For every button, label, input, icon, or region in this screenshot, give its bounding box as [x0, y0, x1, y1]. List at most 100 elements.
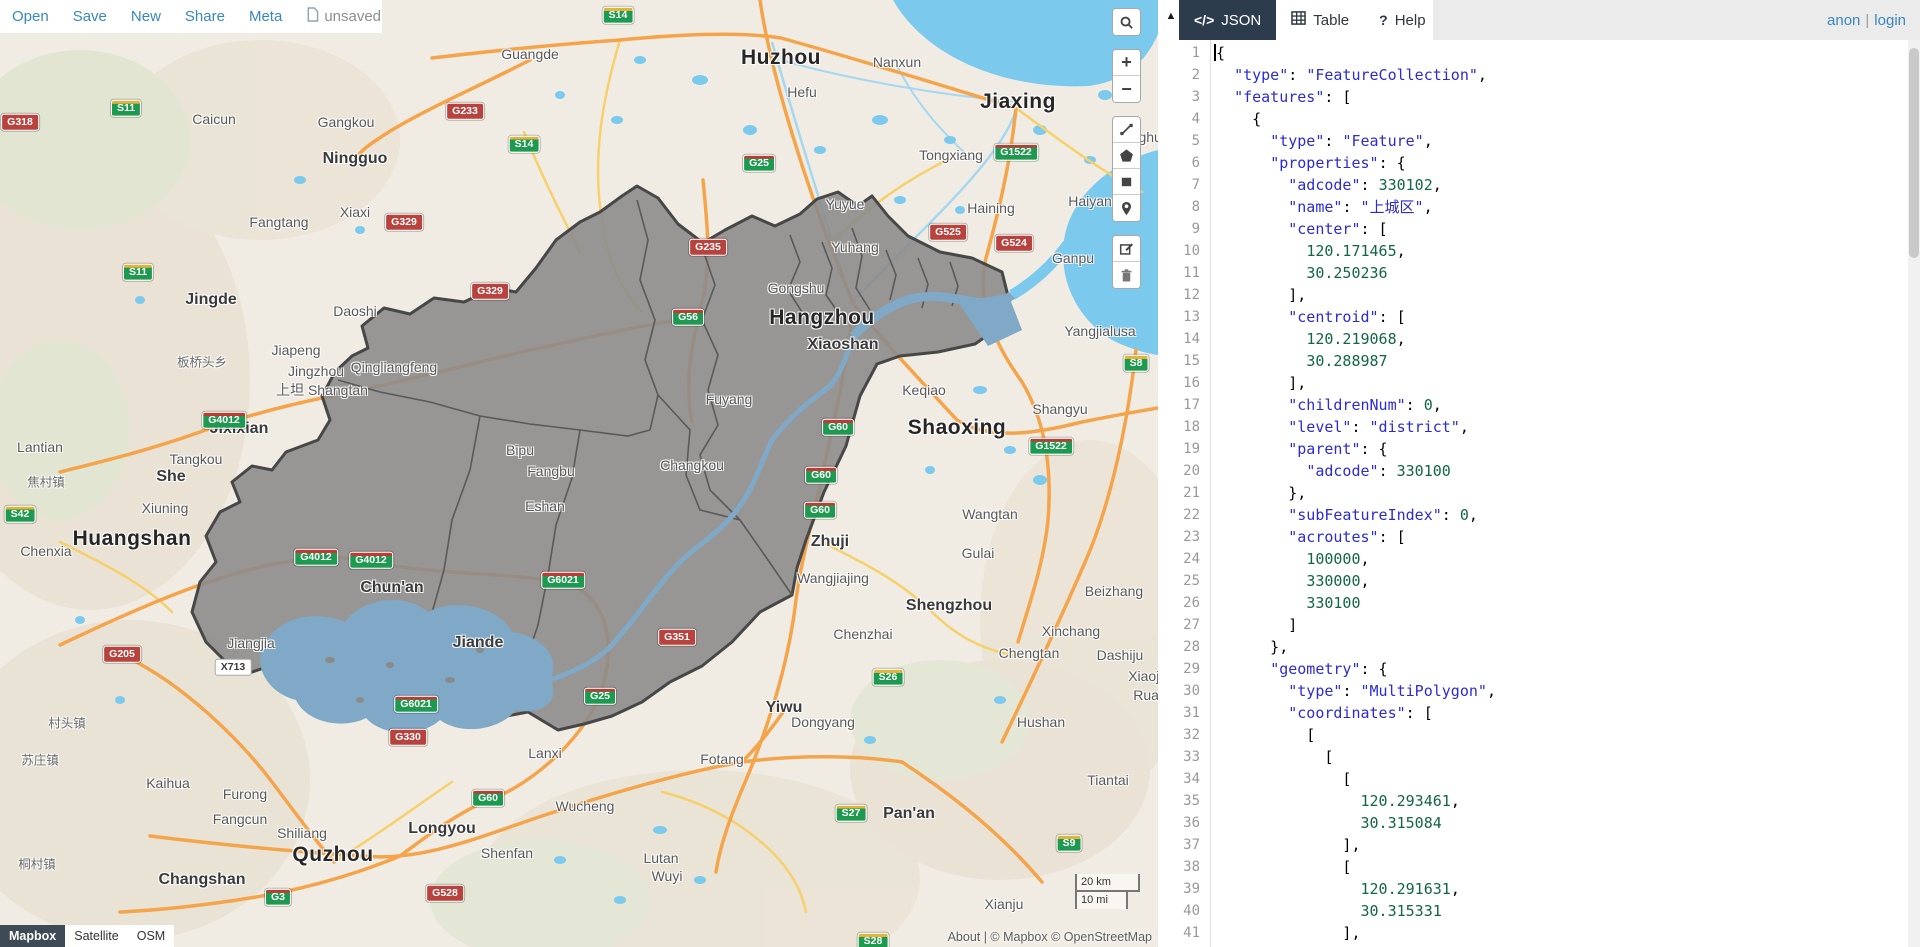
code-line[interactable]: "type": "Feature", — [1216, 130, 1433, 152]
minus-icon: − — [1121, 79, 1132, 100]
line-number: 26 — [1183, 592, 1200, 614]
line-number: 41 — [1183, 922, 1200, 944]
line-number: 10 — [1183, 240, 1200, 262]
line-number: 3 — [1192, 86, 1200, 108]
save-button[interactable]: Save — [73, 8, 107, 25]
editor-scrollbar-thumb[interactable] — [1909, 48, 1919, 258]
code-line[interactable]: ], — [1216, 834, 1361, 856]
login-link[interactable]: login — [1874, 12, 1906, 29]
code-line[interactable]: "center": [ — [1216, 218, 1388, 240]
code-line[interactable]: [ — [1216, 856, 1351, 878]
code-line[interactable]: ], — [1216, 922, 1361, 944]
code-line[interactable]: [ — [1216, 746, 1333, 768]
line-number: 29 — [1183, 658, 1200, 680]
code-line[interactable]: 330100 — [1216, 592, 1361, 614]
code-line[interactable]: 120.291631, — [1216, 878, 1460, 900]
line-number: 24 — [1183, 548, 1200, 570]
tab-help[interactable]: ?Help — [1364, 0, 1440, 40]
basemap-mapbox-button[interactable]: Mapbox — [0, 925, 65, 947]
collapse-panel-button[interactable]: ▲ — [1162, 10, 1180, 22]
code-line[interactable]: }, — [1216, 636, 1288, 658]
code-line[interactable]: "coordinates": [ — [1216, 702, 1433, 724]
code-line[interactable]: 330000, — [1216, 570, 1370, 592]
meta-button[interactable]: Meta — [249, 8, 282, 25]
draw-polygon-button[interactable] — [1113, 143, 1140, 169]
code-line[interactable]: 30.250236 — [1216, 262, 1388, 284]
rectangle-icon — [1119, 174, 1134, 189]
code-line[interactable]: { — [1216, 42, 1225, 64]
auth-separator: | — [1865, 12, 1869, 29]
basemap-satellite-button[interactable]: Satellite — [65, 925, 127, 947]
line-number: 18 — [1183, 416, 1200, 438]
code-line[interactable]: "adcode": 330100 — [1216, 460, 1451, 482]
line-number: 7 — [1192, 174, 1200, 196]
code-line[interactable]: "features": [ — [1216, 86, 1351, 108]
code-line[interactable]: "childrenNum": 0, — [1216, 394, 1442, 416]
line-number: 32 — [1183, 724, 1200, 746]
code-line[interactable]: "subFeatureIndex": 0, — [1216, 504, 1478, 526]
code-line[interactable]: 30.315084 — [1216, 812, 1442, 834]
zoom-out-button[interactable]: − — [1113, 76, 1140, 102]
line-number: 25 — [1183, 570, 1200, 592]
open-button[interactable]: Open — [12, 8, 49, 25]
code-line[interactable]: 100000, — [1216, 548, 1370, 570]
right-panel: ▲ </>JSONTable?Help anon | login 1234567… — [1158, 0, 1920, 947]
line-number: 12 — [1183, 284, 1200, 306]
editor-scrollbar[interactable] — [1908, 40, 1920, 947]
tab-json[interactable]: </>JSON — [1179, 0, 1276, 40]
code-line[interactable]: 30.288987 — [1216, 350, 1388, 372]
new-button[interactable]: New — [131, 8, 161, 25]
code-line[interactable]: 120.219068, — [1216, 328, 1406, 350]
modify-control-group — [1112, 235, 1141, 289]
line-number: 31 — [1183, 702, 1200, 724]
json-code-editor[interactable]: 1234567891011121314151617181920212223242… — [1158, 40, 1908, 947]
code-line[interactable]: 120.171465, — [1216, 240, 1406, 262]
code-line[interactable]: [ — [1216, 768, 1351, 790]
code-line[interactable]: "type": "FeatureCollection", — [1216, 64, 1487, 86]
code-line[interactable]: ] — [1216, 614, 1297, 636]
code-line[interactable]: "acroutes": [ — [1216, 526, 1406, 548]
line-number: 23 — [1183, 526, 1200, 548]
code-line[interactable]: 120.293461, — [1216, 790, 1460, 812]
draw-rectangle-button[interactable] — [1113, 169, 1140, 195]
code-line[interactable]: "type": "MultiPolygon", — [1216, 680, 1496, 702]
edit-icon — [1119, 241, 1134, 256]
code-line[interactable]: }, — [1216, 482, 1306, 504]
code-line[interactable]: "parent": { — [1216, 438, 1388, 460]
search-icon — [1119, 15, 1134, 30]
user-link[interactable]: anon — [1827, 12, 1860, 29]
panel-tabs: </>JSONTable?Help — [1179, 0, 1441, 40]
file-menu: OpenSaveNewShareMetaunsaved — [0, 0, 382, 33]
edit-feature-button[interactable] — [1113, 236, 1140, 262]
share-button[interactable]: Share — [185, 8, 225, 25]
marker-icon — [1119, 201, 1134, 216]
code-line[interactable]: "properties": { — [1216, 152, 1406, 174]
map-pane[interactable]: HangzhouShaoxingHuzhouJiaxingQuzhouHuang… — [0, 0, 1158, 947]
code-line[interactable]: { — [1216, 108, 1261, 130]
map-attribution[interactable]: About | © Mapbox © OpenStreetMap — [948, 930, 1152, 944]
draw-marker-button[interactable] — [1113, 195, 1140, 221]
code-line[interactable]: ], — [1216, 372, 1306, 394]
code-line[interactable]: "name": "上城区", — [1216, 196, 1433, 218]
code-line[interactable]: 30.315331 — [1216, 900, 1442, 922]
editor-gutter: 1234567891011121314151617181920212223242… — [1158, 40, 1211, 947]
draw-line-button[interactable] — [1113, 117, 1140, 143]
basemap-osm-button[interactable]: OSM — [128, 925, 174, 947]
code-line[interactable]: ], — [1216, 284, 1306, 306]
tab-table[interactable]: Table — [1276, 0, 1364, 40]
code-line[interactable]: "geometry": { — [1216, 658, 1388, 680]
map-canvas[interactable] — [0, 0, 1158, 947]
line-number: 6 — [1192, 152, 1200, 174]
editor-cursor — [1214, 44, 1216, 61]
code-line[interactable]: "level": "district", — [1216, 416, 1469, 438]
code-line[interactable]: "adcode": 330102, — [1216, 174, 1442, 196]
search-button[interactable] — [1113, 9, 1140, 35]
line-number: 22 — [1183, 504, 1200, 526]
delete-feature-button[interactable] — [1113, 262, 1140, 288]
code-line[interactable]: "centroid": [ — [1216, 306, 1406, 328]
zoom-in-button[interactable]: + — [1113, 50, 1140, 76]
line-number: 2 — [1192, 64, 1200, 86]
search-control-group — [1112, 8, 1141, 36]
code-line[interactable]: [ — [1216, 724, 1315, 746]
line-number: 1 — [1192, 42, 1200, 64]
